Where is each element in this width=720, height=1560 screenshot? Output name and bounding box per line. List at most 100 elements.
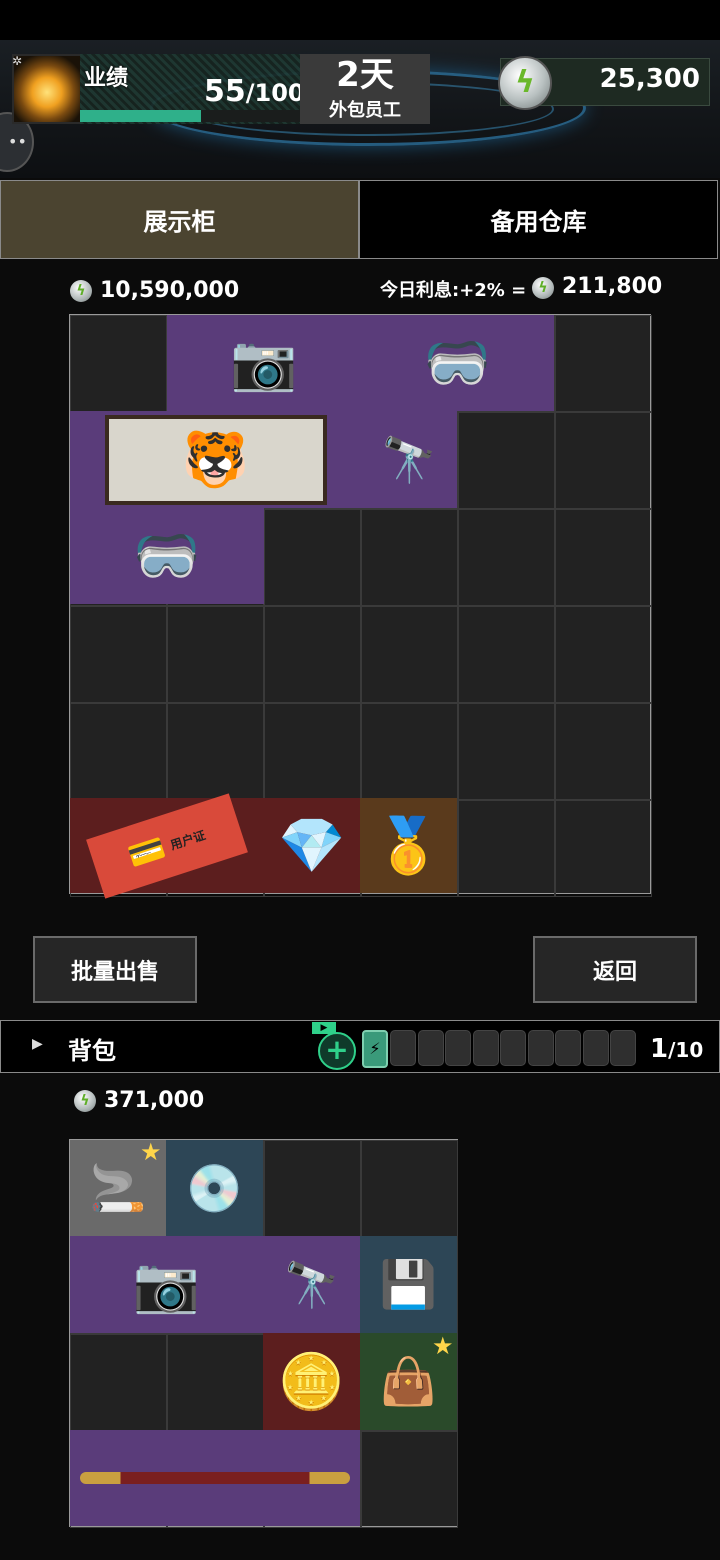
coin-balance: 25,300 xyxy=(599,64,700,94)
grid-slot[interactable] xyxy=(70,1334,167,1431)
camera-icon: 📷 xyxy=(230,331,298,394)
capacity-slot xyxy=(445,1030,471,1066)
capacity-slot xyxy=(417,1030,444,1066)
backpack-total-value: 371,000 xyxy=(104,1088,205,1113)
camera-icon: 📷 xyxy=(132,1252,201,1316)
backpack-title: 背包 xyxy=(68,1037,116,1065)
grid-slot[interactable] xyxy=(70,606,167,703)
back-button[interactable]: 返回 xyxy=(533,936,697,1003)
grid-slot[interactable] xyxy=(361,606,458,703)
display-item-vr-headset-2[interactable]: 🥽 xyxy=(70,508,264,604)
bag-item-hard-drive[interactable]: 💾 xyxy=(360,1236,457,1333)
tab-spare-storage[interactable]: 备用仓库 xyxy=(359,180,718,259)
bag-item-camera[interactable]: 📷 xyxy=(70,1236,263,1333)
tiger-icon: 🐯 xyxy=(181,427,250,491)
grid-slot[interactable] xyxy=(458,606,555,703)
bag-item-scope[interactable]: 🔭 xyxy=(263,1236,360,1333)
performance-label: 业绩 xyxy=(84,66,129,91)
display-item-scope[interactable]: 🔭 xyxy=(361,411,457,508)
grid-slot[interactable] xyxy=(70,315,167,412)
backpack-count-max: /10 xyxy=(668,1038,704,1062)
display-item-tiger-painting[interactable]: 🐯 xyxy=(70,411,361,508)
scope-icon: 🔭 xyxy=(284,1259,339,1311)
bag-item-golden-staff[interactable] xyxy=(70,1430,360,1526)
interest-label: 今日利息:+2% = xyxy=(380,280,527,301)
battery-icon: ⚡ xyxy=(362,1030,388,1068)
grid-slot[interactable] xyxy=(458,412,555,509)
performance-max: /100 xyxy=(245,79,305,107)
card-label: 用户证 xyxy=(168,827,208,852)
dots-icon: •• xyxy=(8,132,27,151)
capacity-slot xyxy=(500,1030,526,1066)
coin-icon: ϟ xyxy=(532,277,554,299)
cigarette-pack-icon: 🚬 xyxy=(89,1160,147,1215)
grid-slot[interactable] xyxy=(555,703,652,800)
tab-label: 展示柜 xyxy=(143,208,216,236)
vr-headset-icon: 🥽 xyxy=(133,524,201,587)
star-icon: ★ xyxy=(140,1138,162,1166)
grid-slot[interactable] xyxy=(70,703,167,800)
lightning-coin-icon: ϟ xyxy=(498,56,552,110)
status-bar xyxy=(0,0,720,40)
grid-slot[interactable] xyxy=(458,800,555,897)
capacity-slot xyxy=(610,1030,636,1066)
employee-type: 外包员工 xyxy=(329,100,401,121)
grid-slot[interactable] xyxy=(167,606,264,703)
capacity-slot xyxy=(472,1030,499,1066)
grid-slot[interactable] xyxy=(458,703,555,800)
grid-slot[interactable] xyxy=(361,509,458,606)
grid-slot[interactable] xyxy=(555,606,652,703)
grid-slot[interactable] xyxy=(458,509,555,606)
capacity-slot xyxy=(390,1030,416,1066)
tab-display-cabinet[interactable]: 展示柜 xyxy=(0,180,359,259)
performance-current: 55 xyxy=(204,74,246,109)
grid-slot[interactable] xyxy=(555,315,652,412)
display-item-camera[interactable]: 📷 xyxy=(167,315,361,411)
grid-slot[interactable] xyxy=(555,509,652,606)
display-item-meta-card[interactable]: 💳 用户证 xyxy=(70,792,264,899)
disc-icon: 💿 xyxy=(185,1160,244,1215)
coin-icon: ϟ xyxy=(74,1090,96,1112)
display-total-value: 10,590,000 xyxy=(100,278,240,303)
bag-item-disc[interactable]: 💿 xyxy=(166,1140,263,1236)
display-item-vr-headset[interactable]: 🥽 xyxy=(361,315,554,411)
grid-slot[interactable] xyxy=(167,703,264,800)
interest-value: 211,800 xyxy=(562,274,663,299)
performance-value: 55/100 xyxy=(204,74,305,109)
gear-icon[interactable]: ✲ xyxy=(12,54,26,68)
capacity-slot xyxy=(555,1030,581,1066)
silver-coin-icon: 🪙 xyxy=(277,1349,346,1413)
coin-icon: ϟ xyxy=(70,280,92,302)
grid-slot[interactable] xyxy=(264,1140,361,1237)
grid-slot[interactable] xyxy=(264,509,361,606)
grid-slot[interactable] xyxy=(264,606,361,703)
backpack-count-current: 1 xyxy=(650,1034,669,1064)
add-capacity-button[interactable]: + xyxy=(318,1032,356,1070)
display-item-gold-nugget[interactable]: 🥇 xyxy=(360,798,457,893)
backpack-count: 1/10 xyxy=(650,1034,703,1064)
display-item-crystal[interactable]: 💎 xyxy=(264,798,360,893)
capacity-slot xyxy=(582,1030,609,1066)
tab-label: 备用仓库 xyxy=(490,208,587,236)
grid-slot[interactable] xyxy=(361,703,458,800)
meta-card: 💳 用户证 xyxy=(86,792,248,899)
expand-arrow-icon[interactable]: ▶ xyxy=(32,1036,43,1052)
grid-slot[interactable] xyxy=(361,1140,458,1237)
grid-slot[interactable] xyxy=(555,800,652,897)
crystal-icon: 💎 xyxy=(278,813,346,877)
grid-slot[interactable] xyxy=(167,1334,264,1431)
grid-slot[interactable] xyxy=(555,412,652,509)
painting-frame: 🐯 xyxy=(104,414,327,505)
grid-slot[interactable] xyxy=(264,703,361,800)
bag-charm-icon: 👜 xyxy=(379,1354,438,1408)
star-icon: ★ xyxy=(432,1332,454,1360)
gold-nugget-icon: 🥇 xyxy=(374,813,443,877)
vr-headset-icon: 🥽 xyxy=(423,331,492,394)
golden-staff-icon xyxy=(80,1472,350,1484)
grid-slot[interactable] xyxy=(361,1431,458,1528)
bag-item-silver-coin[interactable]: 🪙 xyxy=(263,1333,360,1430)
capacity-slot xyxy=(527,1030,554,1066)
bulk-sell-button[interactable]: 批量出售 xyxy=(33,936,197,1003)
performance-bar-fill xyxy=(80,110,201,122)
hard-drive-icon: 💾 xyxy=(379,1257,438,1311)
